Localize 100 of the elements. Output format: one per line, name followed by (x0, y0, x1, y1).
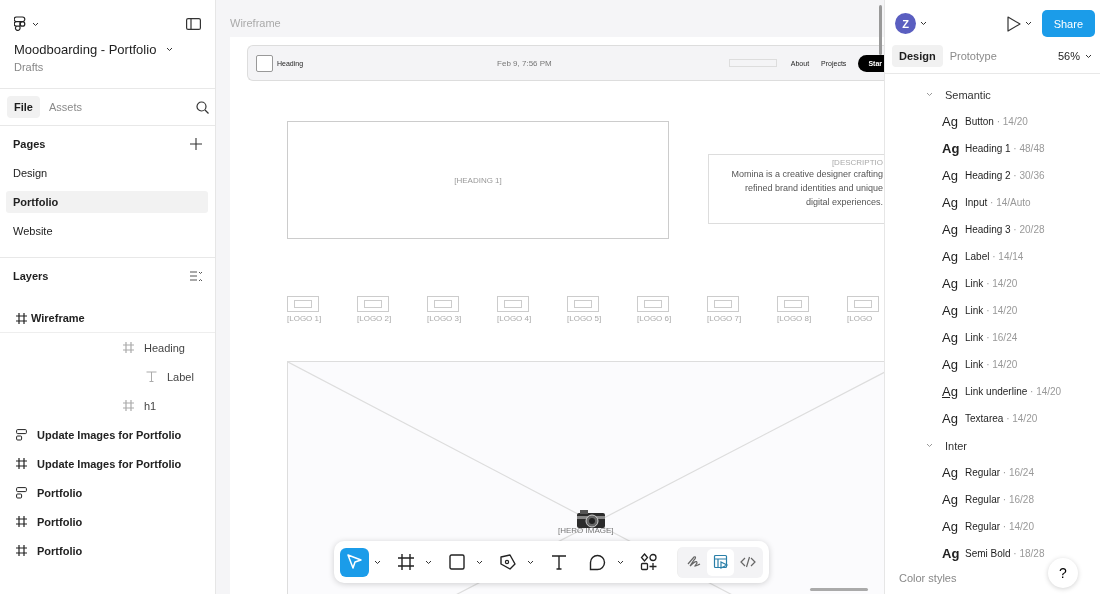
panel-tab[interactable]: Design (892, 45, 943, 67)
add-icon[interactable] (190, 138, 202, 150)
text-style-name[interactable]: Input · 14/Auto (965, 197, 1031, 208)
text-style-name[interactable]: Heading 2 · 30/36 (965, 170, 1045, 181)
layer-name[interactable]: Wireframe (31, 312, 85, 324)
logo-label: [LOGO 2] (357, 314, 392, 323)
page-item[interactable]: Portfolio (6, 191, 208, 213)
mode-button[interactable] (707, 548, 734, 576)
frame-icon (16, 516, 27, 527)
text-style-sample: Ag (942, 276, 957, 291)
layer-name[interactable]: Portfolio (37, 544, 83, 557)
layer-name[interactable]: Portfolio (37, 515, 83, 528)
rectangle-icon (448, 554, 465, 570)
caret-icon[interactable] (617, 559, 624, 565)
text-style-sample: Ag (942, 465, 957, 480)
caret-icon[interactable] (374, 559, 381, 565)
logo-placeholder (777, 296, 809, 312)
text-icon (146, 371, 157, 382)
caret-icon[interactable] (1024, 21, 1032, 26)
sidebar-toggle-icon[interactable] (186, 18, 201, 30)
shapes-icon (639, 553, 658, 571)
logo-placeholder (427, 296, 459, 312)
caret-icon[interactable] (476, 559, 483, 565)
text-style-name[interactable]: Link · 16/24 (965, 332, 1018, 343)
layer-name[interactable]: Update Images for Portfolio (37, 428, 182, 441)
caret-icon[interactable] (1085, 53, 1092, 59)
text-style-sample: Ag (942, 195, 957, 210)
collapse-layers-icon[interactable] (190, 270, 202, 282)
auto-layout-icon (16, 486, 27, 499)
text-style-name[interactable]: Label · 14/14 (965, 251, 1024, 262)
layer-name[interactable]: Portfolio (37, 486, 83, 499)
text-icon (550, 554, 567, 570)
heading-placeholder-text: [HEADING 1] (454, 175, 502, 185)
chevron-icon[interactable] (926, 443, 933, 448)
logo-label: [LOGO 1] (287, 314, 322, 323)
layer-name[interactable]: Update Images for Portfolio (37, 457, 182, 470)
file-title[interactable]: Moodboarding - Portfolio (14, 42, 157, 57)
text-style-name[interactable]: Button · 14/20 (965, 116, 1028, 127)
text-style-name[interactable]: Link · 14/20 (965, 305, 1018, 316)
caret-icon[interactable] (166, 47, 174, 52)
frame-icon (397, 554, 414, 570)
page-item[interactable]: Website (6, 220, 208, 242)
panel-tab[interactable]: Prototype (942, 45, 1004, 67)
caret-icon[interactable] (527, 559, 534, 565)
text-style-name[interactable]: Link · 14/20 (965, 278, 1018, 289)
hero-label: [HERO IMAGE] (558, 526, 614, 535)
caret-icon[interactable] (920, 21, 927, 26)
text-style-sample: Ag (942, 411, 957, 426)
pen-icon (498, 553, 517, 571)
text-style-sample: Ag (942, 384, 957, 399)
panel-tab[interactable]: File (7, 96, 40, 118)
caret-icon[interactable] (32, 21, 39, 27)
section-title: Color styles (899, 572, 957, 584)
text-style-name[interactable]: Link underline · 14/20 (965, 386, 1062, 397)
text-style-name[interactable]: Heading 3 · 20/28 (965, 224, 1045, 235)
group-title[interactable]: Semantic (945, 88, 991, 101)
layout-play-icon (712, 554, 729, 570)
layer-name[interactable]: Heading (144, 341, 185, 354)
play-icon[interactable] (1006, 15, 1021, 32)
logo-label: [LOGO 4] (497, 314, 532, 323)
frame-icon (123, 342, 134, 353)
zoom-level[interactable]: 56% (1057, 50, 1080, 62)
frame-icon (16, 458, 27, 469)
logo-label: [LOGO 5] (567, 314, 602, 323)
help-button[interactable]: ? (1048, 558, 1078, 588)
date-text: Feb 9, 7:56 PM (497, 58, 552, 68)
layer-name[interactable]: Label (167, 370, 194, 383)
text-style-name[interactable]: Textarea · 14/20 (965, 413, 1038, 424)
caret-icon[interactable] (425, 559, 432, 565)
text-style-sample: Ag (942, 141, 957, 156)
text-style-sample: Ag (942, 168, 957, 183)
section-title: Pages (13, 138, 46, 150)
search-icon[interactable] (196, 100, 209, 114)
group-title[interactable]: Inter (945, 439, 967, 452)
layer-name[interactable]: h1 (144, 399, 157, 412)
text-style-sample: Ag (942, 519, 957, 534)
frame-icon (16, 312, 27, 324)
cursor-icon (345, 553, 364, 571)
text-style-name[interactable]: Link · 14/20 (965, 359, 1018, 370)
text-style-name[interactable]: Heading 1 · 48/48 (965, 143, 1045, 154)
logo-placeholder (357, 296, 389, 312)
panel-tab[interactable]: Assets (41, 96, 89, 118)
text-style-sample: Ag (942, 303, 957, 318)
logo-placeholder (707, 296, 739, 312)
frame-icon (16, 545, 27, 556)
camera-icon (576, 509, 606, 529)
comment-icon (589, 553, 606, 571)
code-icon (739, 554, 756, 570)
chevron-icon[interactable] (926, 92, 933, 97)
text-style-sample: Ag (942, 492, 957, 507)
text-style-name[interactable]: Regular · 14/20 (965, 521, 1034, 532)
text-style-name[interactable]: Regular · 16/24 (965, 467, 1034, 478)
avatar[interactable]: Z (895, 13, 916, 34)
logo-placeholder (637, 296, 669, 312)
file-location: Drafts (14, 61, 45, 73)
app-logo-icon[interactable] (14, 16, 26, 32)
logo-label: [LOGO 3] (427, 314, 462, 323)
page-item[interactable]: Design (6, 162, 208, 184)
text-style-name[interactable]: Semi Bold · 18/28 (965, 548, 1045, 559)
text-style-name[interactable]: Regular · 16/28 (965, 494, 1034, 505)
